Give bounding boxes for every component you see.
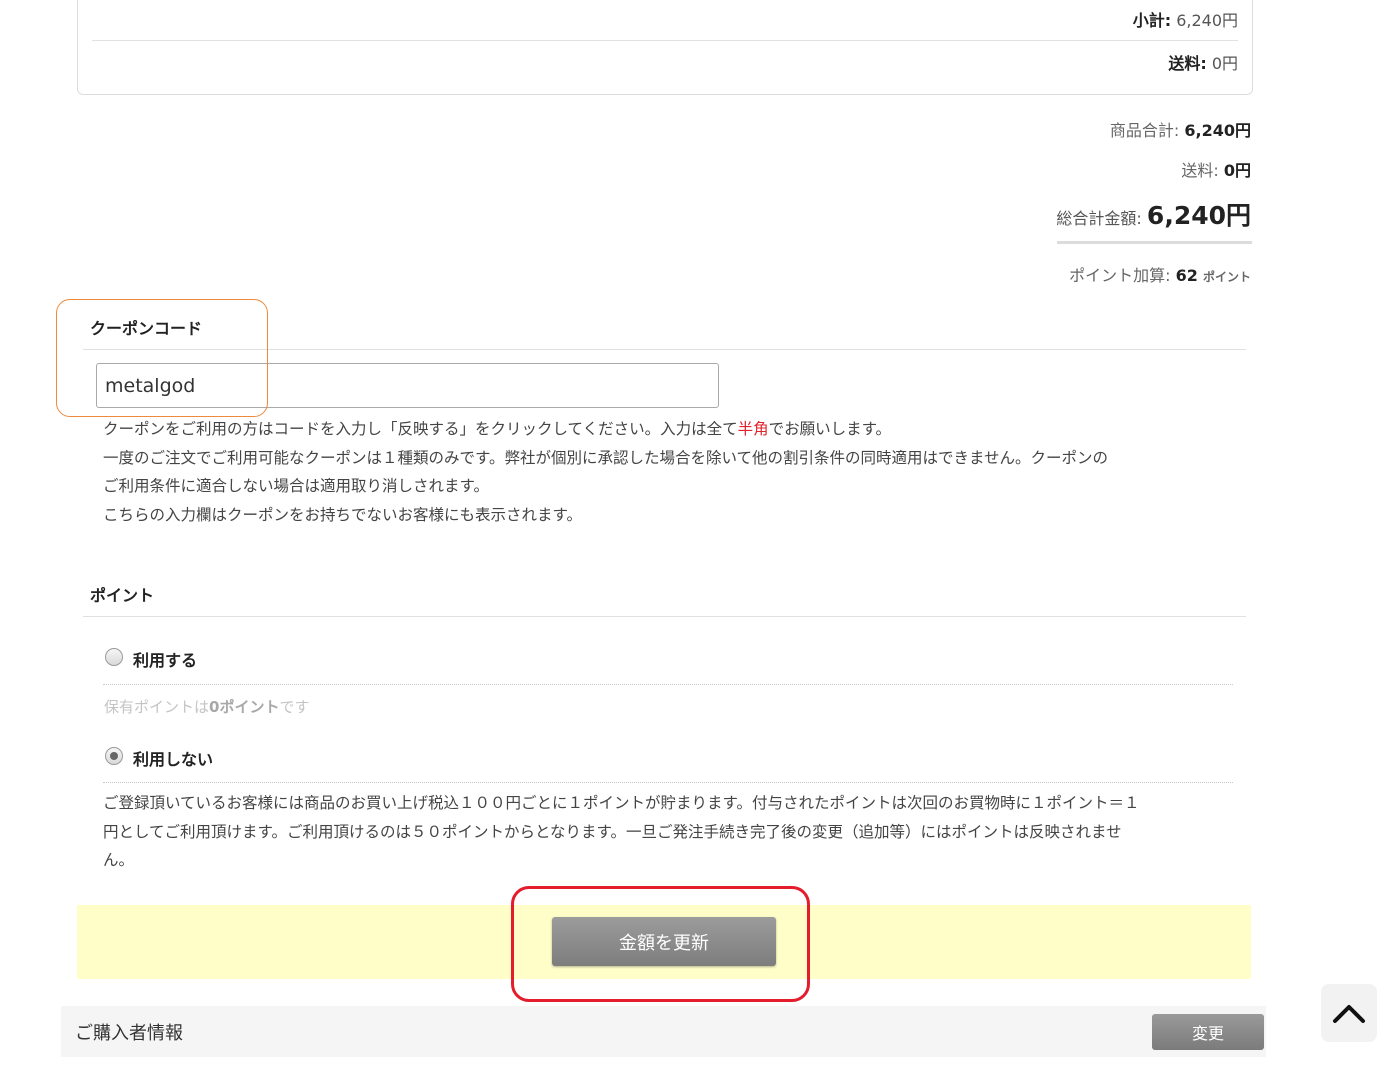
coupon-section-title: クーポンコード: [90, 319, 203, 338]
points-use-radio[interactable]: [105, 648, 123, 666]
points-option-not-use[interactable]: 利用しない: [105, 746, 305, 770]
points-note: ご登録頂いているお客様には商品のお買い上げ税込１００円ごとに１ポイントが貯まりま…: [103, 789, 1233, 875]
points-use-label[interactable]: 利用する: [133, 647, 197, 671]
subtotal-label: 小計:: [1132, 11, 1172, 30]
coupon-note-line1-text: クーポンをご利用の方はコードを入力し「反映する」をクリックしてください。入力は全…: [103, 420, 738, 438]
points-option-use[interactable]: 利用する: [105, 647, 305, 671]
coupon-note-line1-end: でお願いします。: [768, 420, 892, 438]
points-earned-row: ポイント加算: 62 ポイント: [1069, 262, 1251, 286]
points-held-value: 0ポイント: [209, 698, 280, 716]
shipping-row: 送料: 0円: [1181, 157, 1251, 181]
order-subtotal-card: 小計: 6,240円 送料: 0円: [77, 0, 1253, 95]
grand-total-value: 6,240円: [1146, 201, 1251, 230]
product-total-value: 6,240円: [1184, 121, 1251, 140]
points-section-title: ポイント: [90, 586, 155, 605]
points-not-use-label[interactable]: 利用しない: [133, 746, 213, 770]
shipping-value: 0円: [1223, 161, 1251, 180]
points-held-text: 保有ポイントは0ポイントです: [104, 696, 309, 717]
coupon-note-line1: クーポンをご利用の方はコードを入力し「反映する」をクリックしてください。入力は全…: [103, 415, 1108, 444]
shipping-label: 送料:: [1181, 161, 1219, 180]
coupon-note-line4: こちらの入力欄はクーポンをお持ちでないお客様にも表示されます。: [103, 505, 582, 524]
buyer-change-button[interactable]: 変更: [1152, 1014, 1264, 1050]
points-note-line2: 円としてご利用頂けます。ご利用頂けるのは５０ポイントからとなります。一旦ご発注手…: [103, 822, 1122, 841]
coupon-note-halfwidth: 半角: [737, 420, 769, 438]
points-held-suffix: です: [279, 698, 310, 716]
points-note-line3: ん。: [103, 851, 135, 869]
points-earned-unit: ポイント: [1202, 270, 1251, 284]
points-section-divider: [83, 616, 1246, 617]
chevron-up-icon: [1333, 1005, 1365, 1023]
subtotal-value: 6,240円: [1176, 11, 1238, 30]
grand-total-label: 総合計金額:: [1056, 209, 1142, 228]
grand-total-underline: [1057, 241, 1252, 244]
grand-total-row: 総合計金額: 6,240円: [1056, 196, 1251, 232]
product-total-row: 商品合計: 6,240円: [1110, 117, 1251, 141]
product-total-label: 商品合計:: [1109, 121, 1180, 140]
back-to-top-button[interactable]: [1321, 984, 1377, 1042]
coupon-note-line3: ご利用条件に適合しない場合は適用取り消しされます。: [103, 477, 489, 495]
coupon-section-divider: [83, 349, 1246, 350]
points-earned-value: 62: [1175, 266, 1198, 285]
card-shipping-row: 送料: 0円: [1168, 50, 1238, 74]
update-amount-button[interactable]: 金額を更新: [552, 917, 776, 966]
points-dotted-divider-2: [103, 782, 1233, 783]
buyer-info-title: ご購入者情報: [75, 1023, 183, 1044]
points-dotted-divider-1: [103, 684, 1233, 685]
points-held-prefix: 保有ポイントは: [104, 698, 210, 716]
coupon-note: クーポンをご利用の方はコードを入力し「反映する」をクリックしてください。入力は全…: [103, 415, 1108, 529]
card-divider: [92, 40, 1238, 41]
points-note-line1: ご登録頂いているお客様には商品のお買い上げ税込１００円ごとに１ポイントが貯まりま…: [103, 794, 1140, 812]
buyer-info-bar: [61, 1006, 1266, 1057]
points-earned-label: ポイント加算:: [1069, 266, 1171, 285]
points-not-use-radio[interactable]: [105, 747, 123, 765]
coupon-note-line2: 一度のご注文でご利用可能なクーポンは１種類のみです。弊社が個別に承認した場合を除…: [103, 448, 1109, 467]
card-shipping-label: 送料:: [1168, 54, 1207, 73]
coupon-code-input[interactable]: [96, 363, 719, 408]
subtotal-row: 小計: 6,240円: [1133, 7, 1238, 31]
card-shipping-value: 0円: [1211, 54, 1238, 73]
